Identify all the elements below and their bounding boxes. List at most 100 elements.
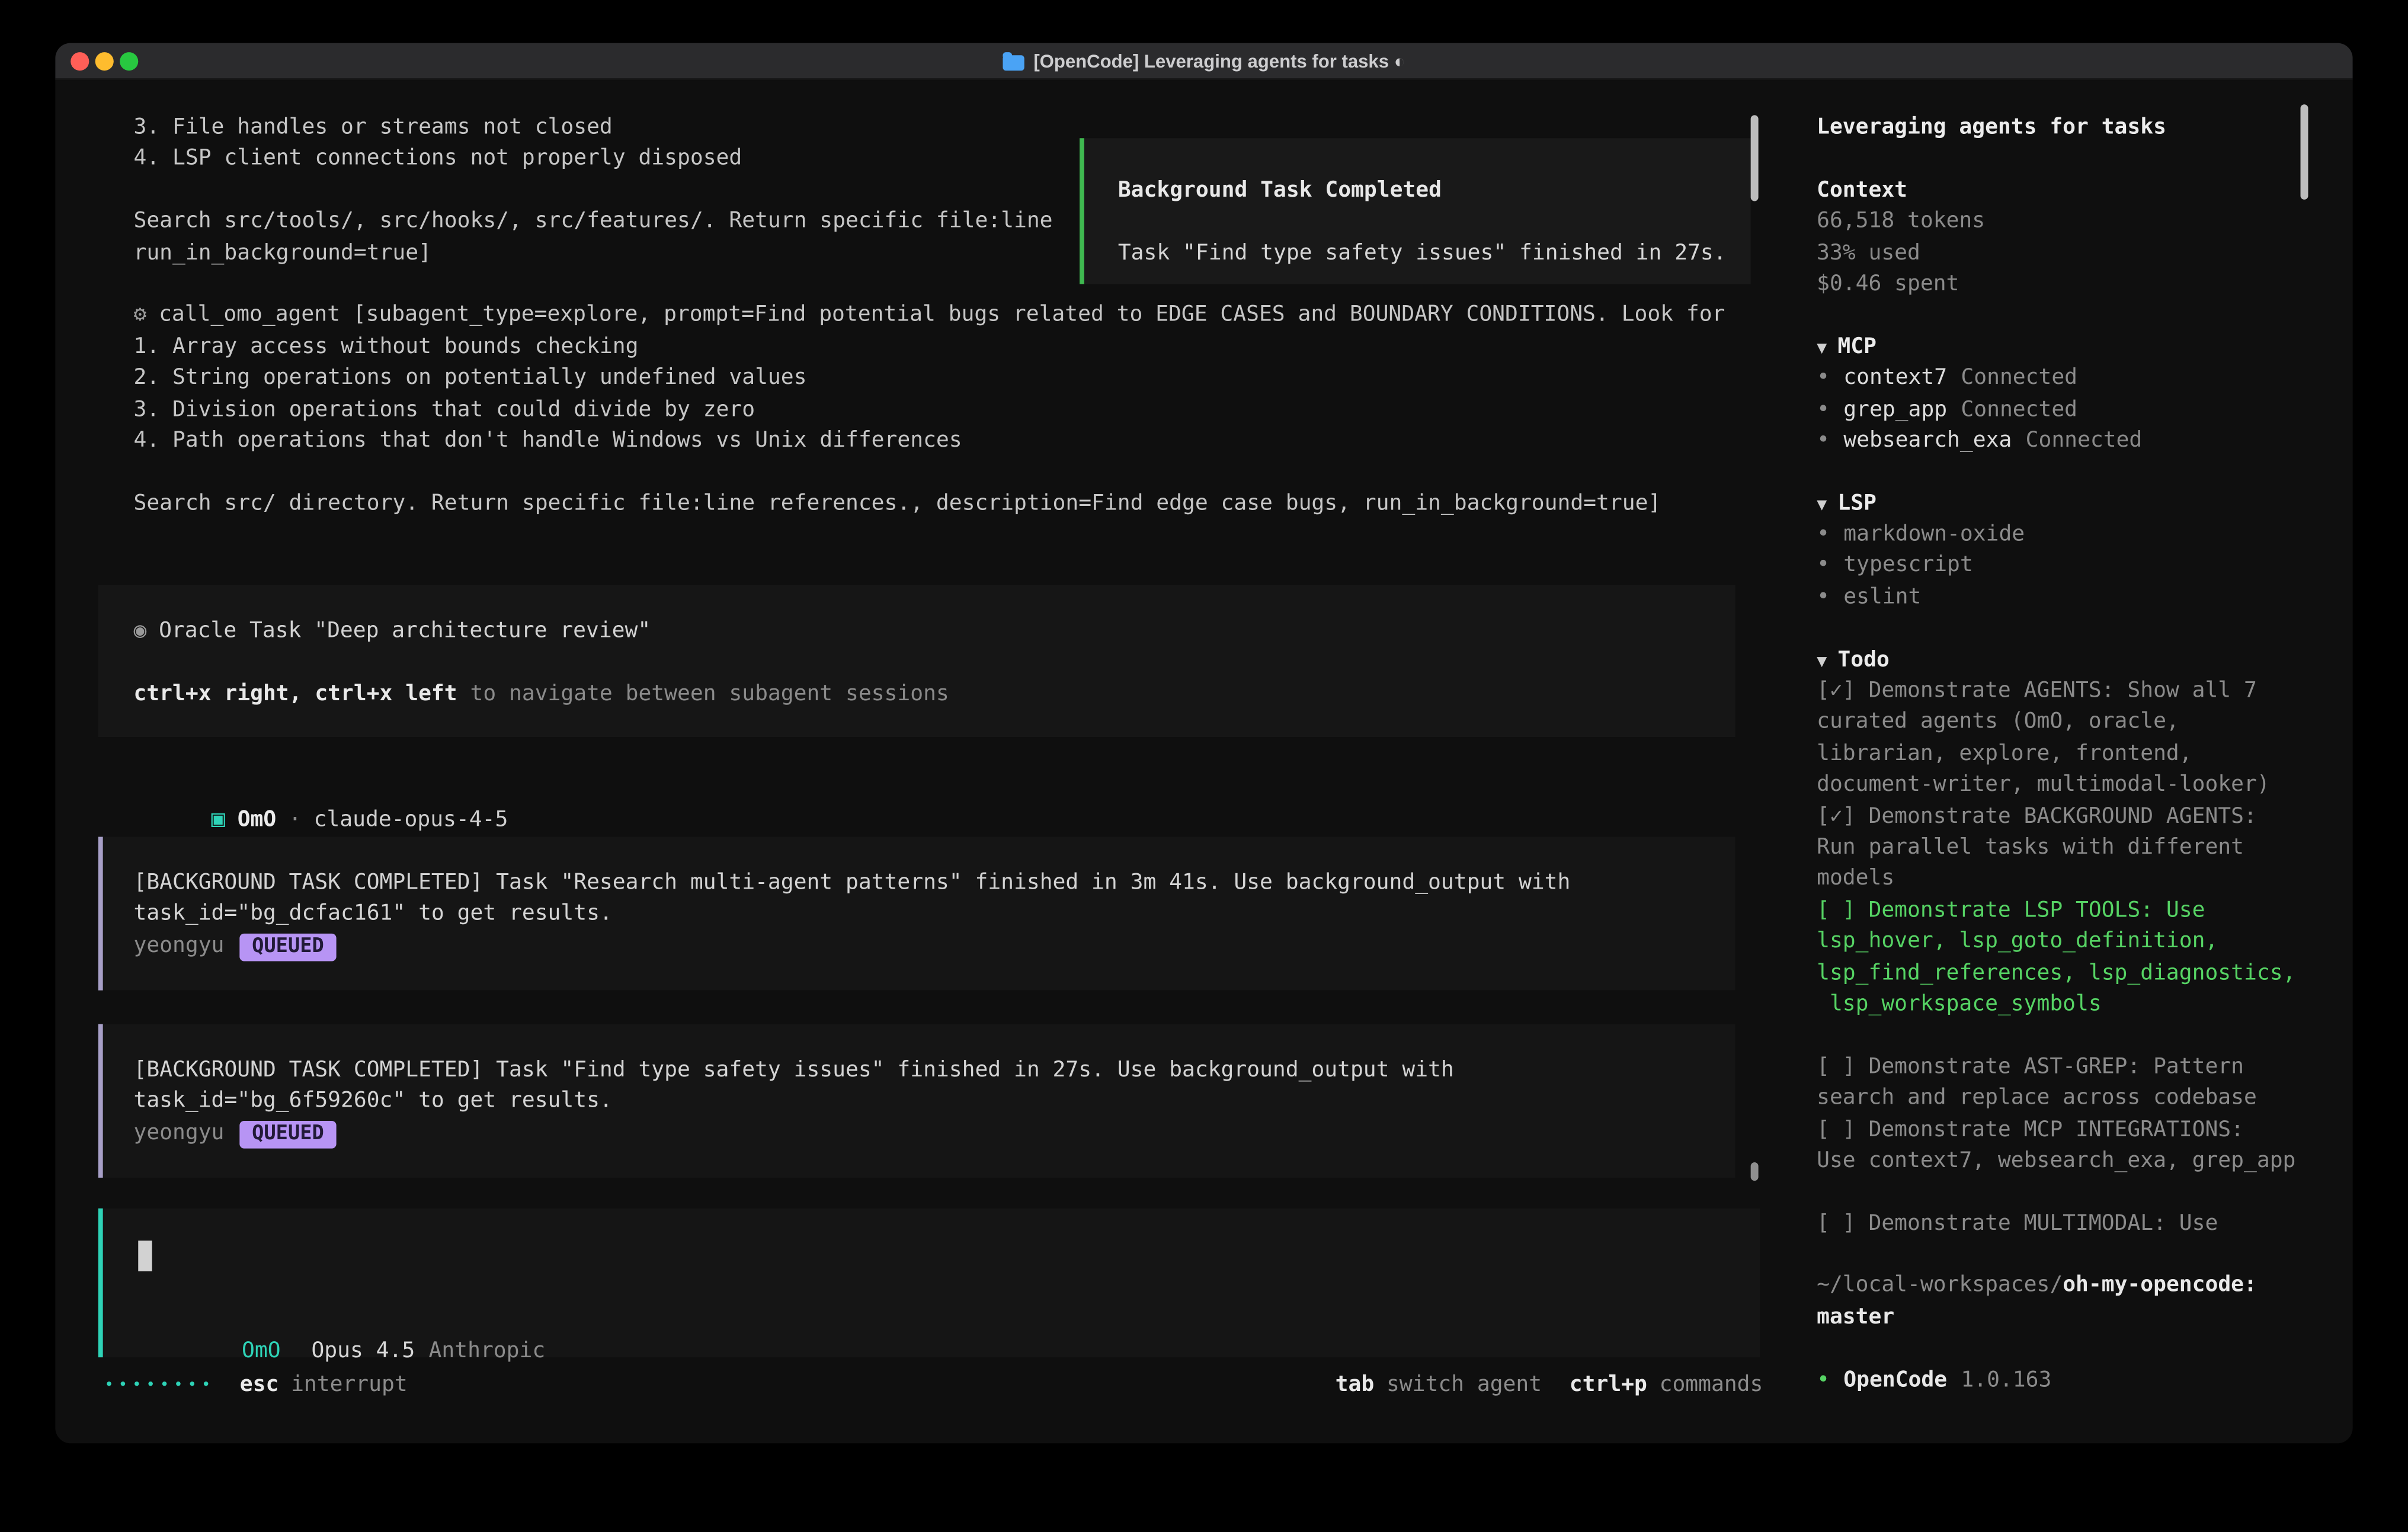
context-spent: $0.46 spent: [1817, 268, 2353, 300]
zoom-button[interactable]: [120, 52, 138, 70]
todo-item-pending: search and replace across codebase: [1817, 1083, 2353, 1114]
session-sidebar: Leveraging agents for tasks Context 66,5…: [1794, 80, 2352, 1406]
message-meta: yeongyu QUEUED: [133, 930, 1735, 961]
bullet-icon: •: [1817, 1367, 1830, 1392]
bullet-icon: •: [1817, 553, 1830, 578]
message-meta: yeongyu QUEUED: [133, 1117, 1735, 1149]
agent-icon: ▣: [212, 805, 225, 833]
workspace-branch: master: [1817, 1302, 2353, 1333]
background-task-toast: Background Task Completed Task "Find typ…: [1080, 138, 1751, 284]
oracle-task-panel: ◉Oracle Task "Deep architecture review" …: [98, 585, 1735, 737]
todo-item-done: librarian, explore, frontend,: [1817, 738, 2353, 770]
blank-line: [1817, 1177, 2353, 1208]
mcp-heading: MCP: [1837, 334, 1877, 358]
message-scrollbar-thumb[interactable]: [1751, 1162, 1759, 1181]
workspace-path: ~/local-workspaces/: [1817, 1274, 2063, 1298]
mcp-status: Connected: [1961, 366, 2077, 390]
tab-key-label: switch agent: [1386, 1373, 1542, 1397]
message-card: [BACKGROUND TASK COMPLETED] Task "Find t…: [98, 1024, 1735, 1178]
todo-item-active: lsp_find_references, lsp_diagnostics,: [1817, 957, 2353, 989]
blank-line: [1817, 300, 2353, 331]
version-line: •OpenCode1.0.163: [1817, 1364, 2353, 1396]
folder-icon: [1003, 55, 1024, 70]
tool-call-line: ⚙ call_omo_agent [subagent_type=explore, …: [133, 300, 1725, 331]
message-line: [BACKGROUND TASK COMPLETED] Task "Resear…: [133, 867, 1735, 899]
prompt-input[interactable]: OmOOpus 4.5Anthropic: [98, 1209, 1760, 1357]
blank-line: [1817, 1333, 2353, 1364]
status-left: •••••••• esc interrupt: [104, 1373, 407, 1397]
message-line: [BACKGROUND TASK COMPLETED] Task "Find t…: [133, 1055, 1735, 1086]
bullet-icon: •: [1817, 366, 1830, 390]
tab-key-hint: tab: [1336, 1373, 1375, 1397]
chevron-down-icon: ▼: [1817, 650, 1827, 671]
input-provider-name: Anthropic: [429, 1339, 546, 1364]
message-author: yeongyu: [133, 1120, 224, 1145]
todo-item-done: curated agents (OmO, oracle,: [1817, 707, 2353, 738]
todo-item-active: lsp_hover, lsp_goto_definition,: [1817, 926, 2353, 957]
status-right: tab switch agent ctrl+p commands: [1336, 1373, 1763, 1397]
todo-item-done: [✓] Demonstrate AGENTS: Show all 7: [1817, 675, 2353, 707]
todo-section-header[interactable]: ▼ Todo: [1817, 645, 2353, 676]
tool-call-text: call_omo_agent [subagent_type=explore, p…: [159, 303, 1725, 327]
sidebar-scrollbar-thumb[interactable]: [2301, 104, 2308, 200]
oracle-title-line: ◉Oracle Task "Deep architecture review": [133, 616, 1735, 647]
mcp-name: context7: [1843, 366, 1947, 390]
log-line: 1. Array access without bounds checking: [133, 331, 1725, 363]
status-bar: •••••••• esc interrupt tab switch agent …: [104, 1370, 1763, 1400]
context-tokens: 66,518 tokens: [1817, 206, 2353, 238]
todo-item-pending: [ ] Demonstrate MULTIMODAL: Use: [1817, 1208, 2353, 1239]
log-line: Search src/ directory. Return specific f…: [133, 488, 1725, 519]
todo-item-active: [ ] Demonstrate LSP TOOLS: Use: [1817, 895, 2353, 926]
close-button[interactable]: [71, 52, 89, 70]
log-line: 4. Path operations that don't handle Win…: [133, 425, 1725, 457]
opencode-window: [OpenCode] Leveraging agents for tasks ◐…: [55, 43, 2352, 1444]
oracle-title: Oracle Task "Deep architecture review": [159, 618, 651, 643]
queued-badge: QUEUED: [239, 933, 336, 961]
lsp-heading: LSP: [1837, 491, 1877, 515]
mcp-item: • context7 Connected: [1817, 363, 2353, 394]
blank-line: [1817, 143, 2353, 175]
input-footer: OmOOpus 4.5Anthropic: [138, 1305, 545, 1337]
log-line: 3. Division operations that could divide…: [133, 394, 1725, 425]
titlebar: [OpenCode] Leveraging agents for tasks ◐: [55, 43, 2352, 80]
mcp-item: •websearch_exaConnected: [1817, 425, 2353, 457]
blank-line: [133, 457, 1725, 488]
todo-item-done: Run parallel tasks with different: [1817, 832, 2353, 864]
blank-line: [1817, 457, 2353, 488]
bullet-icon: •: [1817, 428, 1830, 453]
lsp-section-header[interactable]: ▼ LSP: [1817, 488, 2353, 519]
main-scrollbar-thumb[interactable]: [1751, 115, 1759, 201]
todo-item-active: lsp_workspace_symbols: [1817, 989, 2353, 1020]
shortcut-hint: ctrl+x right, ctrl+x left to navigate be…: [133, 678, 1735, 710]
chevron-down-icon: ▼: [1817, 494, 1827, 514]
lsp-name: typescript: [1843, 553, 1972, 578]
shortcut-description: to navigate between subagent sessions: [457, 681, 949, 706]
message-author: yeongyu: [133, 933, 224, 957]
todo-item-done: [✓] Demonstrate BACKGROUND AGENTS:: [1817, 801, 2353, 832]
lsp-item: •markdown-oxide: [1817, 519, 2353, 550]
agent-name: OmO: [238, 808, 277, 832]
context-heading: Context: [1817, 175, 2353, 206]
input-agent-name: OmO: [242, 1339, 281, 1364]
mcp-section-header[interactable]: ▼MCP: [1817, 331, 2353, 363]
mcp-name: websearch_exa: [1843, 428, 2012, 453]
lsp-item: • typescript: [1817, 550, 2353, 582]
bullet-icon: •: [1817, 522, 1830, 546]
message-line: task_id="bg_dcfac161" to get results.: [133, 899, 1735, 930]
log-line: 2. String operations on potentially unde…: [133, 363, 1725, 394]
gear-icon: ⚙: [133, 303, 146, 327]
activity-dots-icon: ••••••••: [104, 1377, 215, 1394]
todo-heading: Todo: [1837, 648, 1889, 672]
mcp-status: Connected: [1961, 397, 2077, 421]
mcp-item: •grep_appConnected: [1817, 394, 2353, 425]
window-title: [OpenCode] Leveraging agents for tasks ◐: [1033, 50, 1405, 71]
shortcut-keys: ctrl+x right, ctrl+x left: [133, 681, 457, 706]
minimize-button[interactable]: [95, 52, 114, 70]
text-cursor: [138, 1241, 152, 1271]
agent-header: ▣OmO·claude-opus-4-5: [133, 773, 508, 804]
input-model-name: Opus 4.5: [311, 1339, 415, 1364]
queued-badge: QUEUED: [239, 1120, 336, 1148]
screen: [OpenCode] Leveraging agents for tasks ◐…: [0, 0, 2408, 1532]
agent-model: claude-opus-4-5: [314, 808, 508, 832]
workspace-path-line: ~/local-workspaces/oh-my-opencode:: [1817, 1271, 2353, 1302]
